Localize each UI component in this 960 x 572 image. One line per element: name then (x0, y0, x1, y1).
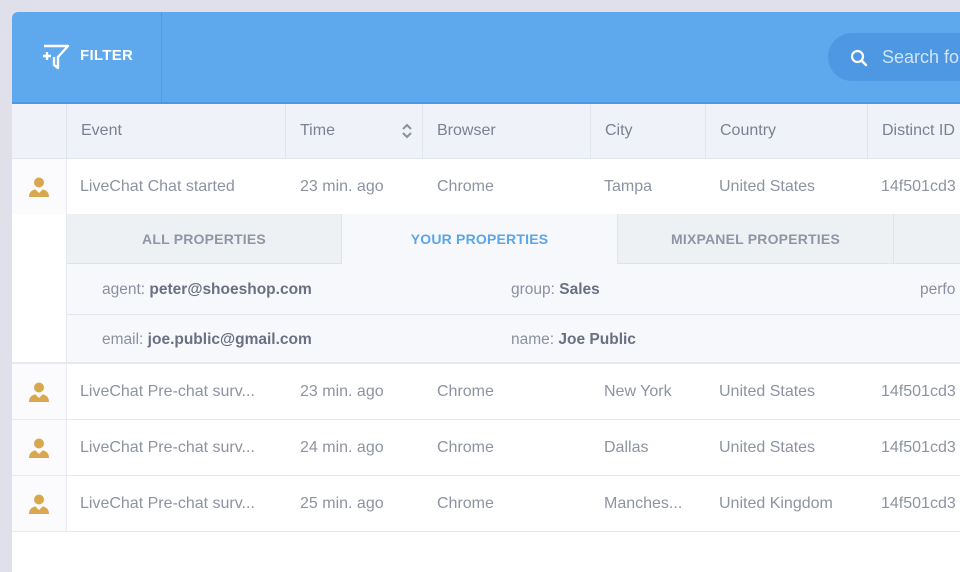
events-panel: FILTER Event Time Browser City Country D… (12, 12, 960, 572)
filter-label: FILTER (80, 47, 134, 64)
details-gutter (12, 214, 67, 362)
event-details-panel: ALL PROPERTIES YOUR PROPERTIES MIXPANEL … (12, 214, 960, 364)
cell-city: Dallas (604, 439, 649, 456)
table-row[interactable]: LiveChat Pre-chat surv... 23 min. ago Ch… (12, 364, 960, 420)
column-header-distinct-id[interactable]: Distinct ID (867, 104, 960, 158)
search-input[interactable] (882, 33, 960, 81)
column-header-country[interactable]: Country (705, 104, 867, 158)
column-header-event[interactable]: Event (66, 104, 286, 158)
cell-time: 23 min. ago (300, 178, 384, 195)
row-icon-cell (12, 364, 67, 419)
cell-country: United States (719, 439, 816, 456)
user-icon (29, 177, 49, 197)
tab-your-properties[interactable]: YOUR PROPERTIES (342, 214, 618, 264)
column-label: Country (720, 122, 777, 139)
filter-button[interactable]: FILTER (12, 12, 162, 102)
filter-plus-icon (43, 44, 70, 70)
user-icon (29, 382, 49, 402)
column-label: Event (81, 122, 122, 139)
cell-time: 23 min. ago (300, 383, 384, 400)
column-label: Time (300, 122, 335, 139)
user-icon (29, 438, 49, 458)
cell-city: New York (604, 383, 672, 400)
cell-distinct-id: 14f501cd3 (881, 178, 956, 195)
cell-distinct-id: 14f501cd3 (881, 439, 956, 456)
cell-country: United States (719, 383, 816, 400)
table-header: Event Time Browser City Country Distinct… (12, 104, 960, 159)
tab-all-properties[interactable]: ALL PROPERTIES (67, 214, 342, 264)
user-icon (29, 494, 49, 514)
cell-city: Tampa (604, 178, 653, 195)
column-label: City (605, 122, 633, 139)
property-performance: perfo (920, 281, 956, 298)
tab-mixpanel-properties[interactable]: MIXPANEL PROPERTIES (618, 214, 894, 264)
property-row: email: joe.public@gmail.com name: Joe Pu… (67, 315, 960, 364)
property-name: name: Joe Public (511, 331, 636, 348)
search-icon (850, 49, 868, 67)
cell-browser: Chrome (437, 383, 494, 400)
sort-updown-icon[interactable] (401, 123, 413, 139)
tab-empty (894, 214, 960, 264)
column-header-browser[interactable]: Browser (422, 104, 590, 158)
toolbar: FILTER (12, 12, 960, 104)
property-email: email: joe.public@gmail.com (102, 331, 312, 348)
cell-event: LiveChat Pre-chat surv... (80, 383, 255, 400)
property-group: group: Sales (511, 281, 600, 298)
column-header-city[interactable]: City (590, 104, 706, 158)
cell-time: 24 min. ago (300, 439, 384, 456)
row-icon-cell (12, 420, 67, 475)
table-row[interactable]: LiveChat Pre-chat surv... 24 min. ago Ch… (12, 420, 960, 476)
table-row[interactable]: LiveChat Chat started 23 min. ago Chrome… (12, 159, 960, 215)
table-row[interactable]: LiveChat Pre-chat surv... 25 min. ago Ch… (12, 476, 960, 532)
row-icon-cell (12, 159, 67, 214)
cell-browser: Chrome (437, 178, 494, 195)
search-box[interactable] (828, 33, 960, 81)
cell-country: United States (719, 178, 816, 195)
column-header-time[interactable]: Time (285, 104, 423, 158)
cell-event: LiveChat Pre-chat surv... (80, 439, 255, 456)
property-agent: agent: peter@shoeshop.com (102, 281, 312, 298)
cell-event: LiveChat Chat started (80, 178, 235, 195)
column-label: Distinct ID (882, 122, 955, 139)
cell-distinct-id: 14f501cd3 (881, 383, 956, 400)
property-row: agent: peter@shoeshop.com group: Sales p… (67, 265, 960, 315)
cell-browser: Chrome (437, 439, 494, 456)
column-label: Browser (437, 122, 496, 139)
